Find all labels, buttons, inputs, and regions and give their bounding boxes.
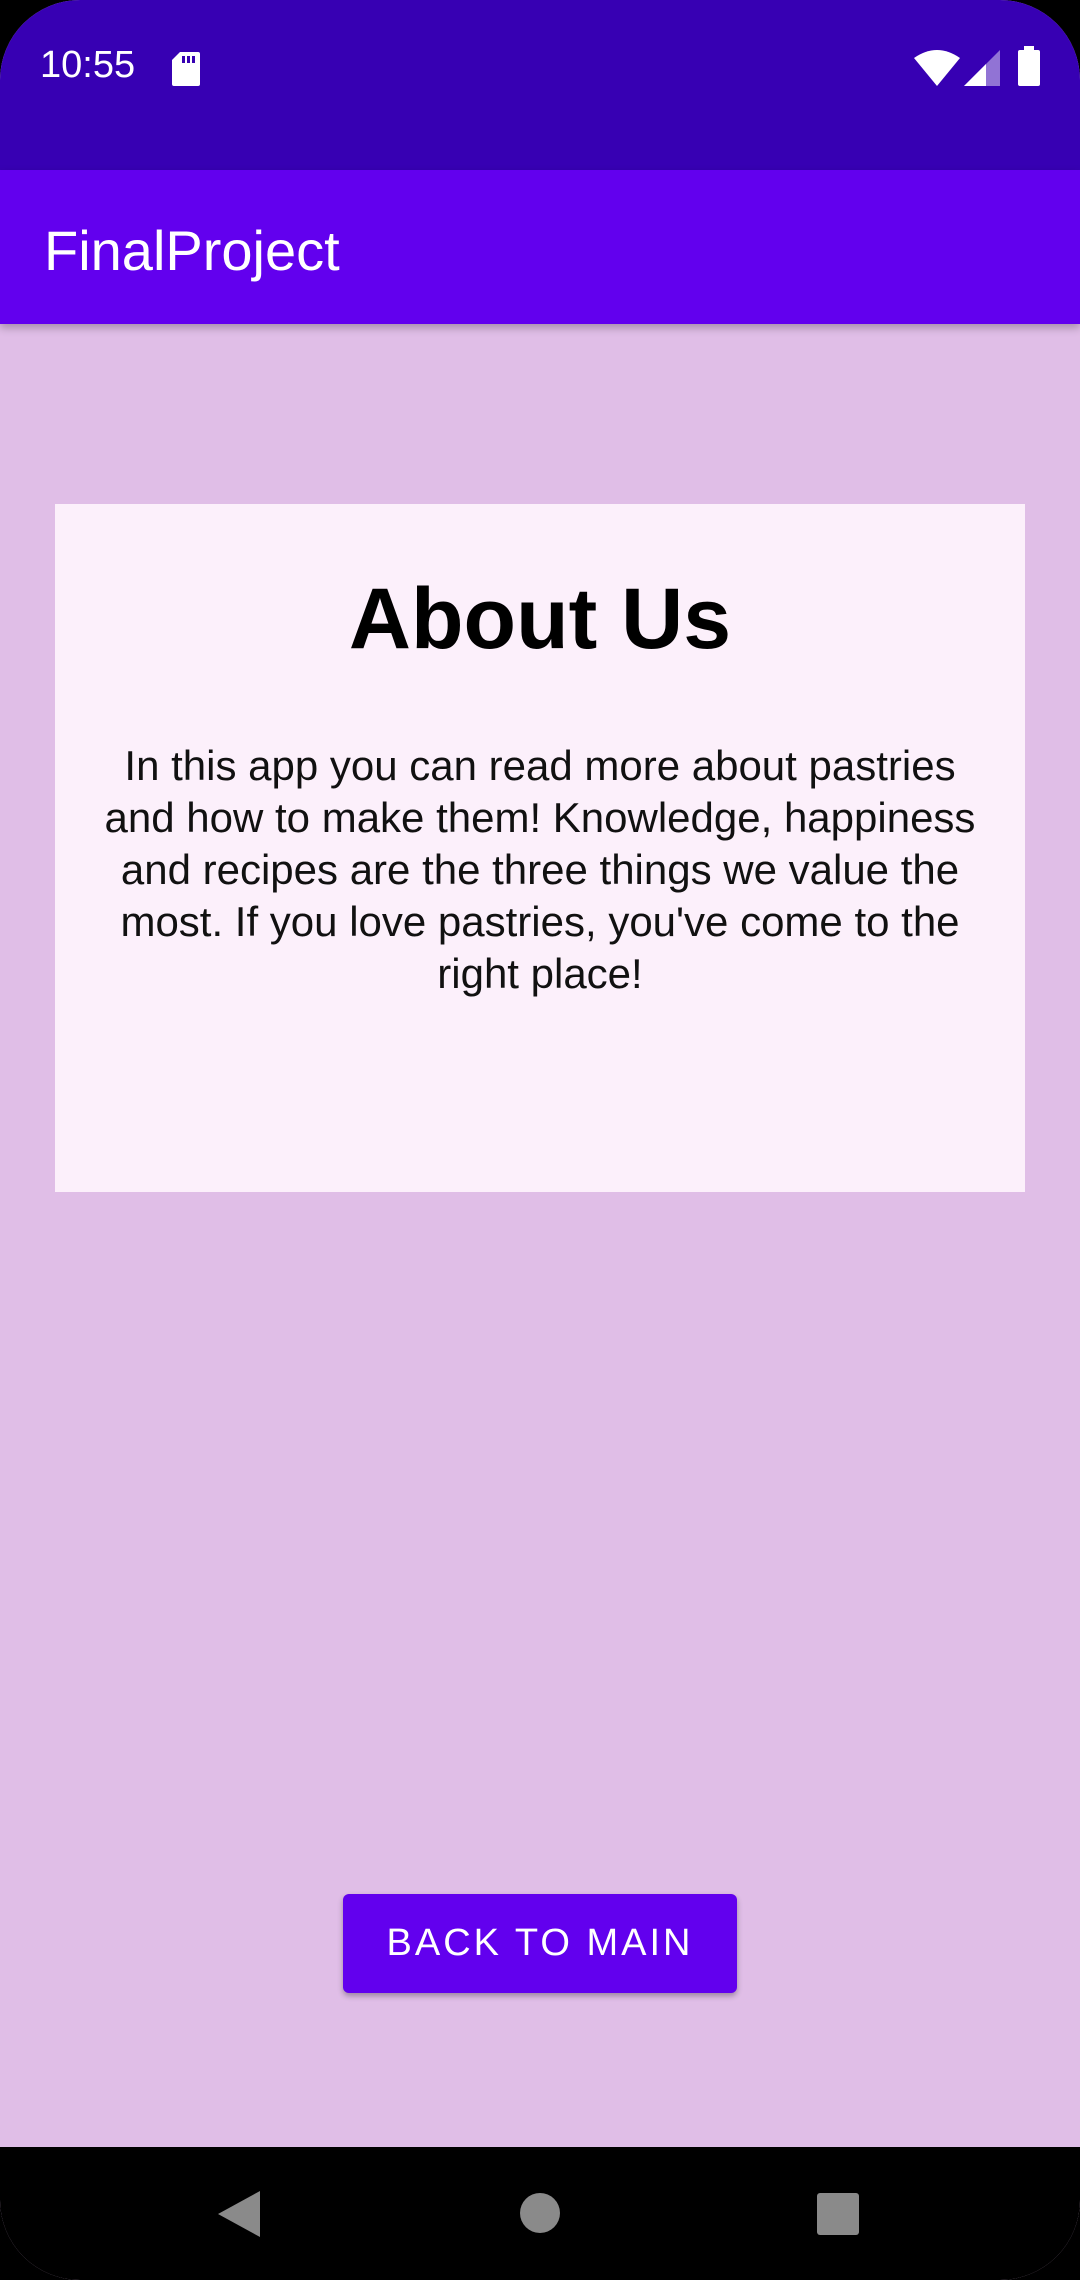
back-to-main-button[interactable]: BACK TO MAIN xyxy=(343,1894,737,1993)
wifi-icon xyxy=(914,50,960,86)
back-icon[interactable] xyxy=(218,2191,260,2237)
sd-card-icon xyxy=(172,52,200,86)
about-description: In this app you can read more about past… xyxy=(104,742,976,997)
battery-icon xyxy=(1018,46,1040,86)
home-icon[interactable] xyxy=(520,2193,560,2233)
app-title: FinalProject xyxy=(44,219,340,282)
status-bar: 10:55 xyxy=(0,0,1080,170)
about-title: About Us xyxy=(348,571,732,667)
navigation-bar xyxy=(0,2147,1080,2280)
recents-icon[interactable] xyxy=(817,2193,859,2235)
screen: 10:55 FinalProject About Us In this app … xyxy=(0,0,1080,2280)
about-card: About Us In this app you can read more a… xyxy=(55,504,1025,1192)
status-time: 10:55 xyxy=(40,44,136,86)
signal-icon xyxy=(964,50,1000,86)
app-bar: FinalProject xyxy=(0,170,1080,324)
